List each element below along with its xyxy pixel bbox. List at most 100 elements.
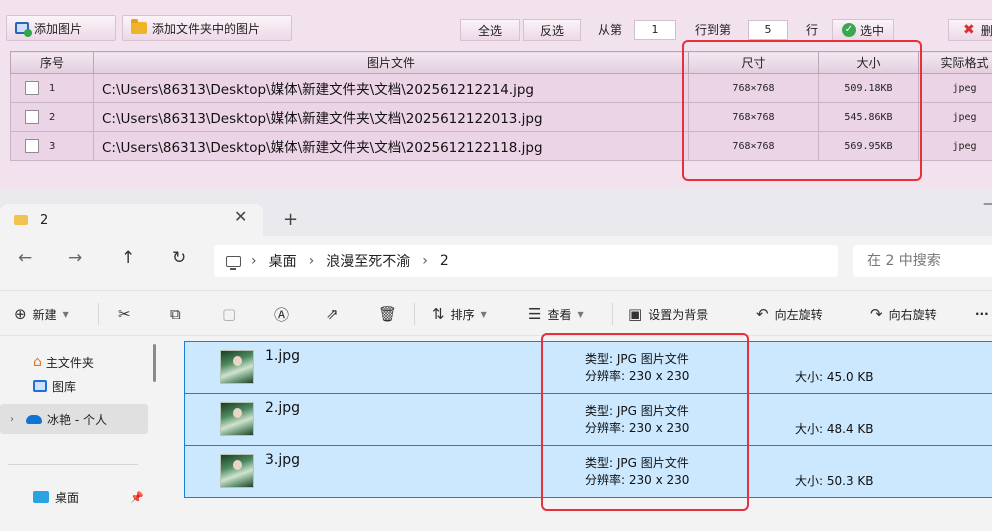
refresh-icon[interactable]: ↻: [172, 248, 186, 268]
share-icon[interactable]: ⇗: [326, 303, 339, 325]
chevron-right-icon[interactable]: ›: [251, 253, 257, 269]
file-path: C:\Users\86313\Desktop\媒体\新建文件夹\文档\20256…: [93, 131, 689, 161]
computer-icon: [226, 255, 241, 270]
file-path: C:\Users\86313\Desktop\媒体\新建文件夹\文档\20256…: [93, 73, 689, 103]
folder-icon: [131, 19, 147, 34]
actual-format: jpeg: [918, 73, 992, 103]
column-header-dims[interactable]: 尺寸: [688, 51, 819, 74]
cut-icon[interactable]: ✂: [118, 303, 131, 325]
minimize-icon[interactable]: —: [983, 196, 992, 212]
sidebar-item-desktop[interactable]: 桌面 📌: [0, 482, 148, 512]
file-size: 大小: 48.4 KB: [795, 422, 874, 436]
address-bar[interactable]: › 桌面 › 浪漫至死不渝 › 2: [214, 245, 838, 277]
up-arrow-icon[interactable]: ↑: [121, 248, 135, 268]
file-size: 569.95KB: [818, 131, 919, 161]
file-resolution: 分辨率: 230 x 230: [585, 369, 690, 383]
trash-icon[interactable]: 🗑: [378, 303, 397, 325]
rename-icon[interactable]: Ⓐ: [274, 303, 289, 325]
breadcrumb-desktop[interactable]: 桌面: [269, 251, 297, 271]
table-row[interactable]: 3 C:\Users\86313\Desktop\媒体\新建文件夹\文档\202…: [10, 131, 992, 161]
file-resolution: 分辨率: 230 x 230: [585, 473, 690, 487]
paste-icon[interactable]: ▢: [222, 303, 236, 325]
row-checkbox[interactable]: [25, 81, 39, 95]
column-header-seq[interactable]: 序号: [10, 51, 94, 74]
navigation-bar: ← → ↑ ↻ › 桌面 › 浪漫至死不渝 › 2 在 2 中搜索: [0, 236, 992, 284]
breadcrumb-folder[interactable]: 浪漫至死不渝: [326, 251, 410, 271]
set-background-button[interactable]: ▣ 设置为背景: [628, 303, 708, 325]
more-options-icon[interactable]: ···: [975, 303, 989, 325]
add-image-button[interactable]: 添加图片: [6, 15, 116, 41]
pin-icon[interactable]: 📌: [130, 491, 144, 504]
back-arrow-icon[interactable]: ←: [18, 248, 32, 268]
chevron-right-icon[interactable]: ›: [422, 253, 428, 269]
navigation-pane: ⌂ 主文件夹 图库 › 冰艳 - 个人 桌面 📌: [0, 340, 160, 531]
select-all-button[interactable]: 全选: [460, 19, 520, 41]
from-row-input[interactable]: 1: [634, 20, 676, 40]
wallpaper-icon: ▣: [628, 305, 643, 323]
search-input[interactable]: 在 2 中搜索: [853, 245, 992, 277]
rotate-left-icon: ↶: [756, 305, 769, 323]
column-header-size[interactable]: 大小: [818, 51, 919, 74]
chevron-down-icon: ▼: [577, 309, 584, 319]
image-dimensions: 768×768: [688, 73, 819, 103]
onedrive-icon: [26, 414, 42, 424]
list-item[interactable]: 1.jpg 类型: JPG 图片文件 分辨率: 230 x 230 大小: 45…: [184, 341, 992, 394]
pane-resize-handle[interactable]: [153, 344, 156, 382]
file-path: C:\Users\86313\Desktop\媒体\新建文件夹\文档\20256…: [93, 102, 689, 132]
command-bar: ⊕ 新建 ▼ ✂ ⧉ ▢ Ⓐ ⇗ 🗑 ⇅ 排序 ▼ ☰ 查看 ▼ ▣ 设置为背景…: [0, 290, 992, 336]
row-checkbox[interactable]: [25, 110, 39, 124]
sort-button[interactable]: ⇅ 排序 ▼: [432, 303, 487, 325]
forward-arrow-icon[interactable]: →: [68, 248, 82, 268]
rotate-left-button[interactable]: ↶ 向左旋转: [756, 303, 823, 325]
column-header-file[interactable]: 图片文件: [93, 51, 689, 74]
chevron-right-icon[interactable]: ›: [309, 253, 315, 269]
image-thumbnail: [220, 350, 254, 384]
select-rows-button[interactable]: ✓ 选中: [832, 19, 894, 41]
table-row[interactable]: 1 C:\Users\86313\Desktop\媒体\新建文件夹\文档\202…: [10, 73, 992, 103]
rotate-right-icon: ↷: [870, 305, 883, 323]
file-type: 类型: JPG 图片文件: [585, 404, 689, 418]
desktop-icon: [33, 491, 49, 503]
new-button[interactable]: ⊕ 新建 ▼: [14, 303, 69, 325]
table-header-row: 序号 图片文件 尺寸 大小 实际格式: [10, 51, 992, 74]
invert-selection-button[interactable]: 反选: [523, 19, 581, 41]
row-number: 2: [49, 112, 56, 123]
add-image-icon: [15, 22, 32, 37]
file-size: 509.18KB: [818, 73, 919, 103]
column-header-format[interactable]: 实际格式: [918, 51, 992, 74]
delete-button[interactable]: ✖ 删: [948, 19, 992, 41]
sidebar-item-gallery[interactable]: 图库: [0, 371, 148, 401]
plus-circle-icon: ⊕: [14, 305, 27, 323]
image-thumbnail: [220, 454, 254, 488]
list-item[interactable]: 3.jpg 类型: JPG 图片文件 分辨率: 230 x 230 大小: 50…: [184, 445, 992, 498]
to-row-input[interactable]: 5: [748, 20, 788, 40]
chevron-right-icon[interactable]: ›: [10, 414, 14, 425]
breadcrumb-current[interactable]: 2: [440, 253, 449, 269]
batch-image-tool: 添加图片 添加文件夹中的图片 全选 反选 从第 1 行到第 5 行 ✓ 选中 ✖…: [0, 0, 992, 190]
new-tab-icon[interactable]: +: [283, 209, 298, 230]
close-icon: ✖: [963, 22, 975, 38]
image-thumbnail: [220, 402, 254, 436]
row-checkbox[interactable]: [25, 139, 39, 153]
row-label: 行: [806, 23, 819, 37]
file-size: 545.86KB: [818, 102, 919, 132]
file-resolution: 分辨率: 230 x 230: [585, 421, 690, 435]
table-row[interactable]: 2 C:\Users\86313\Desktop\媒体\新建文件夹\文档\202…: [10, 102, 992, 132]
image-table: 序号 图片文件 尺寸 大小 实际格式 1 C:\Users\86313\Desk…: [10, 51, 992, 161]
close-tab-icon[interactable]: ✕: [234, 207, 247, 226]
actual-format: jpeg: [918, 102, 992, 132]
tab-2[interactable]: 2: [0, 204, 263, 236]
view-button[interactable]: ☰ 查看 ▼: [528, 303, 584, 325]
add-folder-images-button[interactable]: 添加文件夹中的图片: [122, 15, 292, 41]
chevron-down-icon: ▼: [480, 309, 487, 319]
file-type: 类型: JPG 图片文件: [585, 352, 689, 366]
gallery-icon: [33, 380, 47, 392]
file-size: 大小: 45.0 KB: [795, 370, 874, 384]
to-label: 行到第: [695, 23, 732, 37]
check-circle-icon: ✓: [841, 23, 856, 37]
list-item[interactable]: 2.jpg 类型: JPG 图片文件 分辨率: 230 x 230 大小: 48…: [184, 393, 992, 446]
from-label: 从第: [598, 23, 623, 37]
copy-icon[interactable]: ⧉: [170, 303, 181, 325]
sidebar-item-onedrive[interactable]: › 冰艳 - 个人: [0, 404, 148, 434]
rotate-right-button[interactable]: ↷ 向右旋转: [870, 303, 937, 325]
